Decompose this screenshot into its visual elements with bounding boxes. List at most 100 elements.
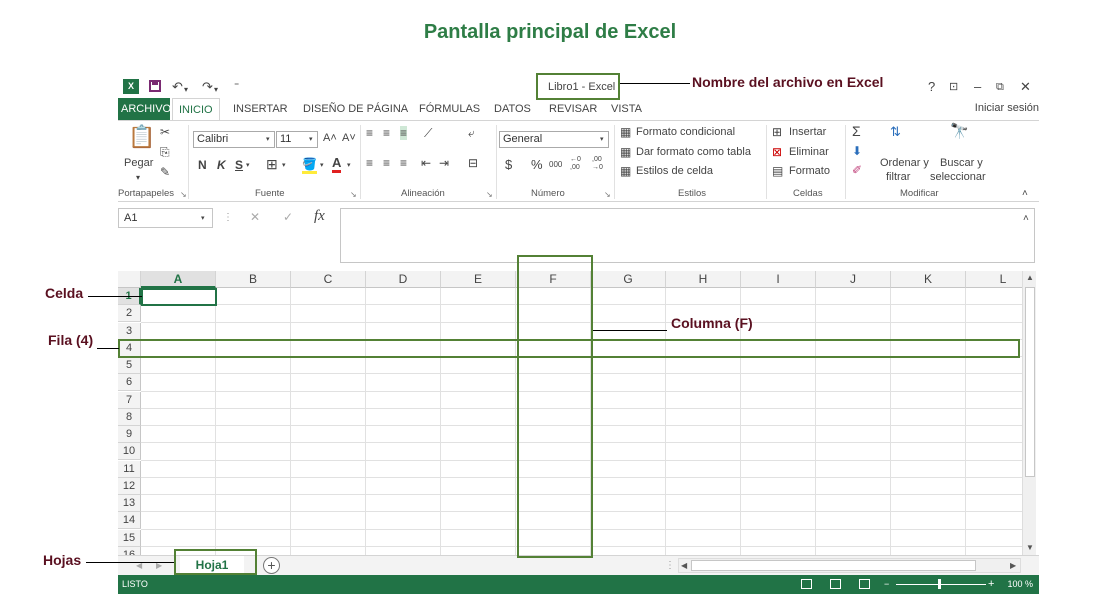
minimize-icon[interactable]: – [974,79,981,95]
thousands-button[interactable]: 000 [549,160,562,169]
zoom-level[interactable]: 100 % [1007,575,1033,594]
font-name-select[interactable]: Calibri [193,131,275,148]
vertical-scroll-thumb[interactable] [1025,287,1035,477]
orientation-icon[interactable]: ⟋ [424,126,432,140]
row-header-16[interactable]: 16 [118,546,141,555]
row-header-2[interactable]: 2 [118,305,141,323]
splitter-icon[interactable]: ⋮ [665,559,675,573]
row-header-5[interactable]: 5 [118,357,141,374]
page-layout-view-icon[interactable] [830,579,841,589]
formula-input[interactable] [340,208,1035,263]
zoom-in-icon[interactable]: + [988,575,994,594]
row-header-8[interactable]: 8 [118,408,141,426]
cell-styles-button[interactable]: Estilos de celda [636,165,713,177]
delete-cells-button[interactable]: Eliminar [789,146,829,158]
column-header-b[interactable]: B [216,271,291,288]
active-cell-a1[interactable] [141,288,217,306]
grow-font-button[interactable]: A˄ [323,132,337,144]
normal-view-icon[interactable] [801,579,812,589]
row-header-7[interactable]: 7 [118,391,141,409]
chevron-down-icon[interactable]: ▾ [201,212,205,226]
redo-dropdown-icon[interactable]: ▾ [214,82,218,98]
row-header-15[interactable]: 15 [118,529,141,547]
enter-icon[interactable]: ✓ [283,210,293,224]
number-launcher-icon[interactable]: ↘ [604,190,611,199]
increase-decimals-button[interactable]: ←0 ,00 [570,156,586,172]
alignment-launcher-icon[interactable]: ↘ [486,190,493,199]
row-header-10[interactable]: 10 [118,443,141,461]
column-header-d[interactable]: D [366,271,441,288]
collapse-ribbon-icon[interactable]: ˄ [1022,187,1028,201]
tab-inicio[interactable]: INICIO [172,98,220,120]
font-color-icon[interactable]: A [332,156,342,173]
decrease-decimals-button[interactable]: ,00 →0 [592,156,610,172]
align-right-icon[interactable]: ≡ [400,156,407,170]
column-header-h[interactable]: H [666,271,741,288]
row-header-12[interactable]: 12 [118,477,141,495]
row-header-6[interactable]: 6 [118,374,141,392]
vertical-scrollbar[interactable]: ▲ ▼ [1022,271,1036,555]
add-sheet-icon[interactable]: + [263,557,280,574]
row-header-4[interactable]: 4 [118,339,141,357]
paste-dropdown-icon[interactable]: ▾ [136,171,140,185]
merge-center-icon[interactable]: ⊟ [468,156,478,170]
row-header-9[interactable]: 9 [118,426,141,443]
align-middle-icon[interactable]: ≡ [383,126,390,140]
scroll-left-icon[interactable]: ◀ [681,561,687,570]
copy-icon[interactable]: ⎘ [160,145,170,159]
paste-icon[interactable]: 📋 [128,125,155,149]
cut-icon[interactable]: ✂ [160,125,170,139]
font-launcher-icon[interactable]: ↘ [350,190,357,199]
column-header-k[interactable]: K [891,271,966,288]
italic-button[interactable]: K [217,158,226,172]
insert-function-icon[interactable]: fx [314,209,325,224]
decrease-indent-icon[interactable]: ⇤ [421,156,431,170]
find-select-button[interactable]: Buscar y [940,157,983,169]
column-header-i[interactable]: I [741,271,816,288]
tab-insertar[interactable]: INSERTAR [227,98,294,120]
column-header-c[interactable]: C [291,271,366,288]
bold-button[interactable]: N [198,158,207,172]
insert-cells-button[interactable]: Insertar [789,126,826,138]
tab-revisar[interactable]: REVISAR [543,98,603,120]
tab-datos[interactable]: DATOS [488,98,537,120]
number-format-select[interactable]: General [499,131,609,148]
name-box[interactable]: A1 [118,208,213,228]
zoom-slider[interactable] [896,584,986,585]
column-header-g[interactable]: G [591,271,666,288]
wrap-text-icon[interactable]: ⤶ [468,126,475,140]
undo-dropdown-icon[interactable]: ▾ [184,82,188,98]
sheet-tab-hoja1[interactable]: Hoja1 [180,556,244,575]
conditional-format-button[interactable]: Formato condicional [636,126,735,138]
column-header-l[interactable]: L [966,271,1022,288]
tab-formulas[interactable]: FÓRMULAS [413,98,486,120]
row-header-13[interactable]: 13 [118,495,141,512]
align-top-icon[interactable]: ≡ [366,126,373,140]
clipboard-launcher-icon[interactable]: ↘ [180,190,187,199]
restore-icon[interactable]: ⧉ [996,79,1004,95]
format-cells-button[interactable]: Formato [789,165,830,177]
currency-button[interactable]: $ [505,157,512,172]
tab-vista[interactable]: VISTA [605,98,648,120]
scroll-up-icon[interactable]: ▲ [1026,273,1034,282]
customize-qat-icon[interactable]: ⁼ [234,79,239,95]
increase-indent-icon[interactable]: ⇥ [439,156,449,170]
worksheet-grid[interactable]: ABCDEFGHIJKL12345678910111213141516 [118,271,1022,555]
paste-button[interactable]: Pegar [124,157,153,169]
borders-icon[interactable]: ⊞ [266,157,278,171]
format-as-table-button[interactable]: Dar formato como tabla [636,146,751,158]
format-painter-icon[interactable]: ✎ [160,165,170,179]
tab-archivo[interactable]: ARCHIVO [118,98,171,120]
column-header-e[interactable]: E [441,271,516,288]
zoom-out-icon[interactable]: − [884,575,889,594]
fill-color-icon[interactable]: 🪣 [302,157,317,174]
zoom-slider-knob[interactable] [938,579,941,589]
help-icon[interactable]: ? [928,79,935,95]
horizontal-scrollbar[interactable]: ◀ ▶ [678,558,1021,573]
fill-icon[interactable]: ⬇ [852,144,862,158]
row-header-14[interactable]: 14 [118,512,141,530]
underline-button[interactable]: S [235,158,243,172]
column-header-j[interactable]: J [816,271,891,288]
column-header-f[interactable]: F [516,271,591,288]
sort-filter-button[interactable]: Ordenar y [880,157,929,169]
